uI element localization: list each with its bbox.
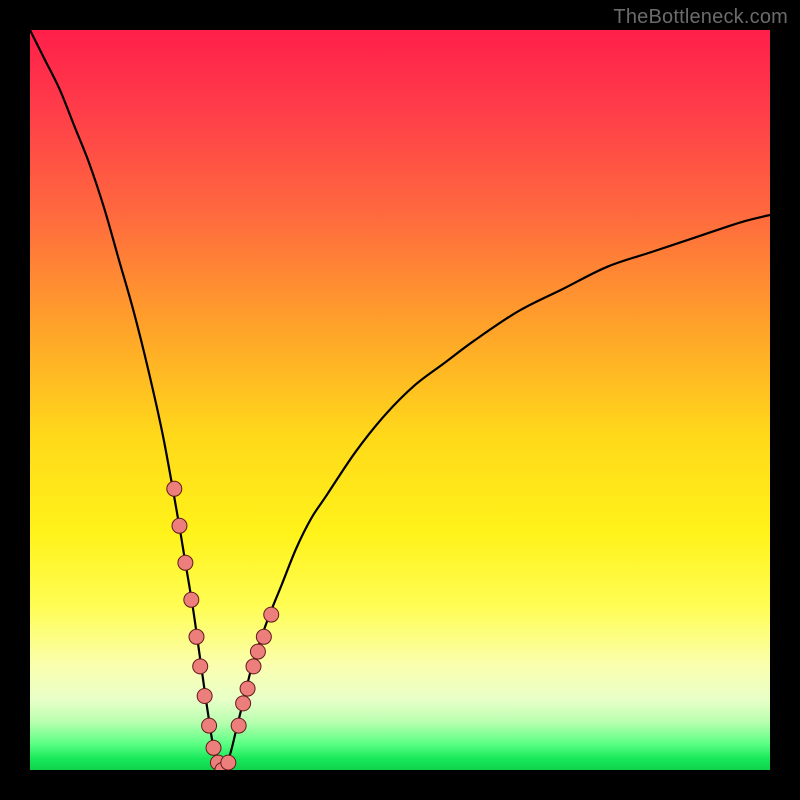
bead-marker xyxy=(231,718,246,733)
watermark-text: TheBottleneck.com xyxy=(613,6,788,29)
bead-markers xyxy=(167,481,279,770)
bead-marker xyxy=(246,659,261,674)
bead-marker xyxy=(184,592,199,607)
bead-marker xyxy=(256,629,271,644)
bead-marker xyxy=(236,696,251,711)
bead-marker xyxy=(221,755,236,770)
bottleneck-curve xyxy=(30,30,770,770)
bead-marker xyxy=(193,659,208,674)
bead-marker xyxy=(264,607,279,622)
bead-marker xyxy=(172,518,187,533)
bead-marker xyxy=(197,689,212,704)
bead-marker xyxy=(240,681,255,696)
bead-marker xyxy=(167,481,182,496)
bead-marker xyxy=(178,555,193,570)
bead-marker xyxy=(202,718,217,733)
chart-frame: TheBottleneck.com xyxy=(0,0,800,800)
bead-marker xyxy=(189,629,204,644)
curve-layer xyxy=(30,30,770,770)
bead-marker xyxy=(206,740,221,755)
plot-area xyxy=(30,30,770,770)
bead-marker xyxy=(250,644,265,659)
